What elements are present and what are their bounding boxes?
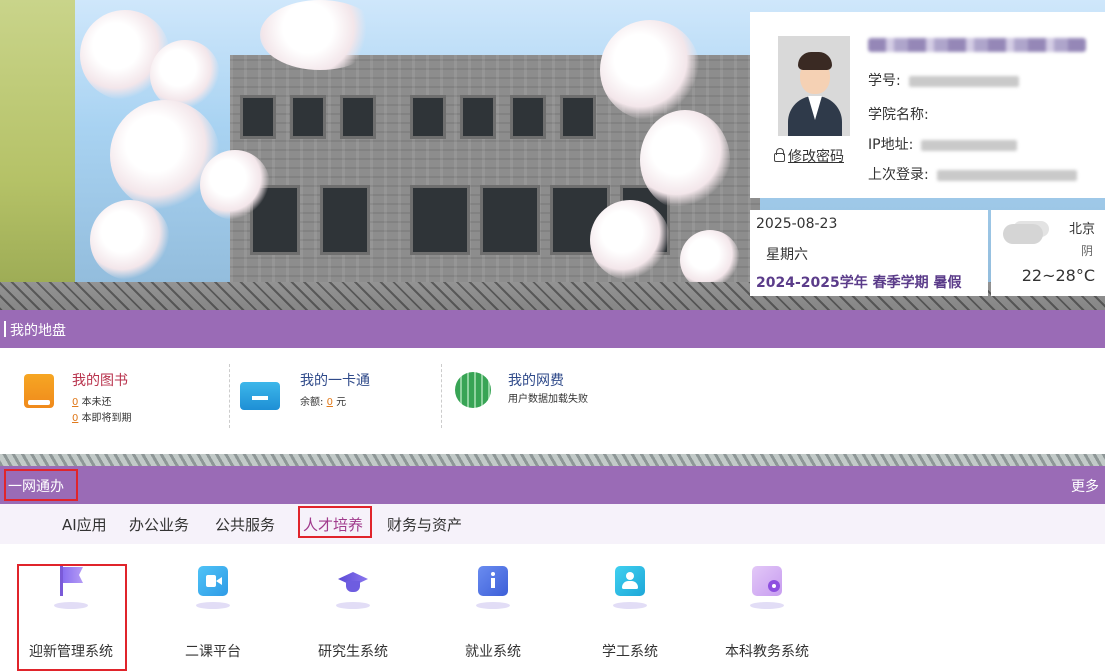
my-territory-header: 我的地盘 <box>0 310 1105 348</box>
highlight-box <box>298 506 372 538</box>
college-row: 学院名称: <box>868 107 929 123</box>
lock-icon <box>774 148 785 162</box>
tab-public-services[interactable]: 公共服务 <box>215 514 275 535</box>
app-grid: 迎新管理系统 二课平台 研究生系统 就业系统 学工系统 本科教务系统 <box>0 544 1105 671</box>
card-balance[interactable]: 0 <box>327 397 333 408</box>
scenic-strip <box>0 454 1105 466</box>
user-profile-card: 修改密码 学号: 学院名称: IP地址: 上次登录: <box>750 12 1105 198</box>
my-library-widget[interactable]: 我的图书 0 本未还 0 本即将到期 <box>24 368 224 438</box>
info-monitor-icon <box>478 566 508 596</box>
network-fee-widget[interactable]: 我的网费 用户数据加载失败 <box>455 368 675 438</box>
calendar-gear-icon <box>752 566 782 596</box>
globe-icon <box>455 372 491 408</box>
weather-city: 北京 <box>1068 222 1095 237</box>
my-territory-panel: 我的图书 0 本未还 0 本即将到期 我的一卡通 余额: 0 元 我的网费 用户… <box>0 348 1105 454</box>
card-icon <box>240 382 280 410</box>
books-unreturned-count[interactable]: 0 <box>72 397 78 408</box>
tab-ai-apps[interactable]: AI应用 <box>62 514 107 535</box>
user-badge-icon <box>615 566 645 596</box>
video-icon <box>198 566 228 596</box>
app-employment-system[interactable]: 就业系统 <box>438 566 548 661</box>
date-card: 2025-08-23 星期六 2024-2025学年 春季学期 暑假 <box>750 210 988 296</box>
weather-temperature: 22~28°C <box>1021 266 1095 285</box>
willow-tree <box>0 0 75 300</box>
tab-finance-assets[interactable]: 财务与资产 <box>387 514 462 535</box>
divider <box>229 364 230 428</box>
user-name-redacted <box>868 38 1086 52</box>
change-password-link[interactable]: 修改密码 <box>774 146 844 166</box>
app-second-classroom[interactable]: 二课平台 <box>158 566 268 661</box>
highlight-box <box>4 469 78 501</box>
network-fee-status: 用户数据加载失败 <box>508 394 588 405</box>
academic-term: 2024-2025学年 春季学期 暑假 <box>756 275 962 291</box>
book-icon <box>24 374 54 408</box>
graduation-cap-icon <box>338 566 368 596</box>
last-login-row: 上次登录: <box>868 164 1077 184</box>
student-id-row: 学号: <box>868 70 1019 90</box>
avatar <box>778 36 850 136</box>
app-undergrad-academic[interactable]: 本科教务系统 <box>712 566 822 661</box>
weekday: 星期六 <box>766 247 808 263</box>
ip-row: IP地址: <box>868 134 1018 154</box>
network-fee-title[interactable]: 我的网费 <box>508 370 564 390</box>
weather-card: 北京 阴 22~28°C <box>991 210 1105 296</box>
divider <box>441 364 442 428</box>
weather-condition: 阴 <box>1080 244 1093 258</box>
my-territory-title: 我的地盘 <box>10 323 66 339</box>
more-link[interactable]: 更多 <box>1071 476 1099 496</box>
highlight-box <box>17 564 127 671</box>
one-network-header: 一网通办 更多 <box>0 466 1105 504</box>
campus-card-widget[interactable]: 我的一卡通 余额: 0 元 <box>240 368 430 438</box>
app-student-affairs[interactable]: 学工系统 <box>575 566 685 661</box>
current-date: 2025-08-23 <box>756 216 838 232</box>
cloud-icon <box>1003 224 1043 244</box>
my-library-title[interactable]: 我的图书 <box>72 370 128 390</box>
books-due-soon-count[interactable]: 0 <box>72 413 78 424</box>
tab-office[interactable]: 办公业务 <box>129 514 189 535</box>
service-tabs: AI应用 办公业务 公共服务 人才培养 财务与资产 <box>0 504 1105 544</box>
campus-card-title[interactable]: 我的一卡通 <box>300 370 370 390</box>
app-graduate-system[interactable]: 研究生系统 <box>298 566 408 661</box>
